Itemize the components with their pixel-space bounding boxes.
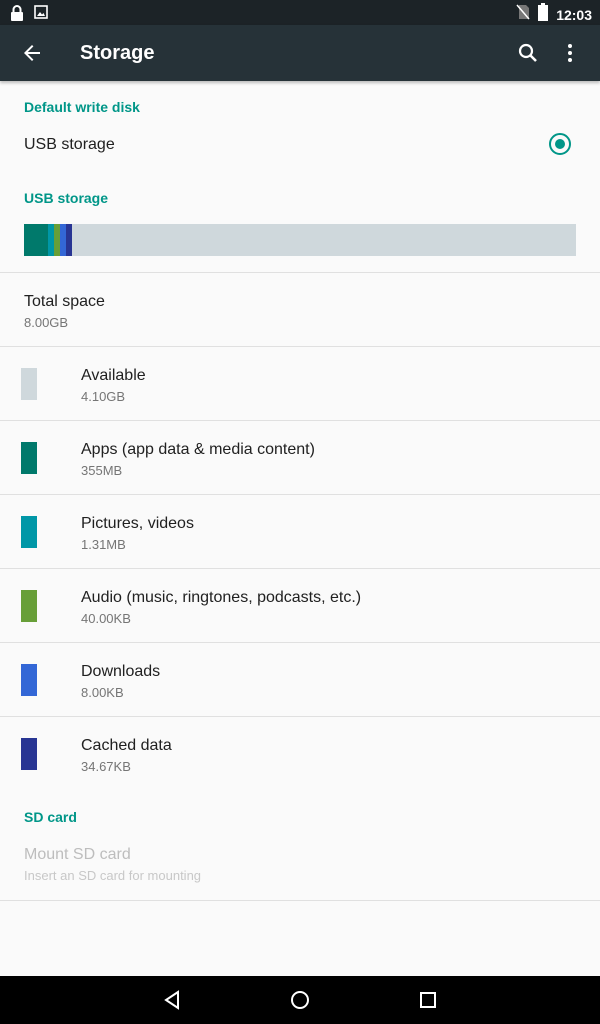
- section-header-default-write-disk: Default write disk: [24, 99, 140, 115]
- default-write-disk-option[interactable]: USB storage: [0, 121, 600, 167]
- app-bar: Storage: [0, 25, 600, 81]
- category-size: 40.00KB: [81, 611, 131, 626]
- back-triangle-icon[interactable]: [160, 988, 184, 1012]
- color-swatch: [21, 738, 37, 770]
- back-arrow-icon[interactable]: [20, 41, 44, 65]
- category-size: 4.10GB: [81, 389, 126, 404]
- status-bar: 12:03: [0, 0, 600, 25]
- color-swatch: [21, 664, 37, 696]
- home-circle-icon[interactable]: [288, 988, 312, 1012]
- storage-category-cached[interactable]: Cached data 34.67KB: [0, 717, 600, 790]
- total-space-value: 8.00GB: [24, 315, 69, 330]
- lock-icon: [10, 5, 24, 26]
- navigation-bar: [0, 976, 600, 1024]
- storage-category-pictures[interactable]: Pictures, videos 1.31MB: [0, 495, 600, 568]
- storage-category-available[interactable]: Available 4.10GB: [0, 347, 600, 420]
- category-size: 355MB: [81, 463, 123, 478]
- storage-usage-bar: [24, 224, 576, 256]
- mount-sd-card-subtitle: Insert an SD card for mounting: [24, 868, 202, 883]
- color-swatch: [21, 516, 37, 548]
- option-label: USB storage: [24, 136, 115, 153]
- storage-category-downloads[interactable]: Downloads 8.00KB: [0, 643, 600, 716]
- category-title: Downloads: [81, 663, 161, 680]
- usage-segment-apps: [24, 224, 48, 256]
- category-title: Available: [81, 367, 146, 384]
- mount-sd-card-row: Mount SD card Insert an SD card for moun…: [0, 831, 600, 899]
- battery-icon: [538, 3, 549, 26]
- no-sim-icon: [516, 4, 530, 25]
- mount-sd-card-title: Mount SD card: [24, 846, 131, 863]
- storage-category-audio[interactable]: Audio (music, ringtones, podcasts, etc.)…: [0, 569, 600, 642]
- color-swatch: [21, 368, 37, 400]
- usb-storage-radio[interactable]: [549, 133, 571, 155]
- color-swatch: [21, 590, 37, 622]
- category-size: 34.67KB: [81, 759, 131, 774]
- more-vert-icon[interactable]: [558, 41, 582, 65]
- category-size: 1.31MB: [81, 537, 126, 552]
- usage-segment-cached: [66, 224, 72, 256]
- section-header-sd-card: SD card: [24, 809, 77, 825]
- category-size: 8.00KB: [81, 685, 124, 700]
- category-title: Audio (music, ringtones, podcasts, etc.): [81, 589, 362, 606]
- status-clock: 12:03: [556, 6, 592, 23]
- color-swatch: [21, 442, 37, 474]
- image-icon: [34, 5, 48, 26]
- recents-square-icon[interactable]: [416, 988, 440, 1012]
- total-space-title: Total space: [24, 293, 105, 310]
- category-title: Pictures, videos: [81, 515, 194, 532]
- storage-category-apps[interactable]: Apps (app data & media content) 355MB: [0, 421, 600, 494]
- category-title: Cached data: [81, 737, 172, 754]
- storage-settings-list: Default write disk USB storage USB stora…: [0, 81, 600, 976]
- total-space-row[interactable]: Total space 8.00GB: [0, 273, 600, 346]
- section-header-usb-storage: USB storage: [24, 190, 109, 206]
- page-title: Storage: [80, 42, 155, 64]
- category-title: Apps (app data & media content): [81, 441, 315, 458]
- search-icon[interactable]: [516, 41, 540, 65]
- divider: [0, 900, 600, 901]
